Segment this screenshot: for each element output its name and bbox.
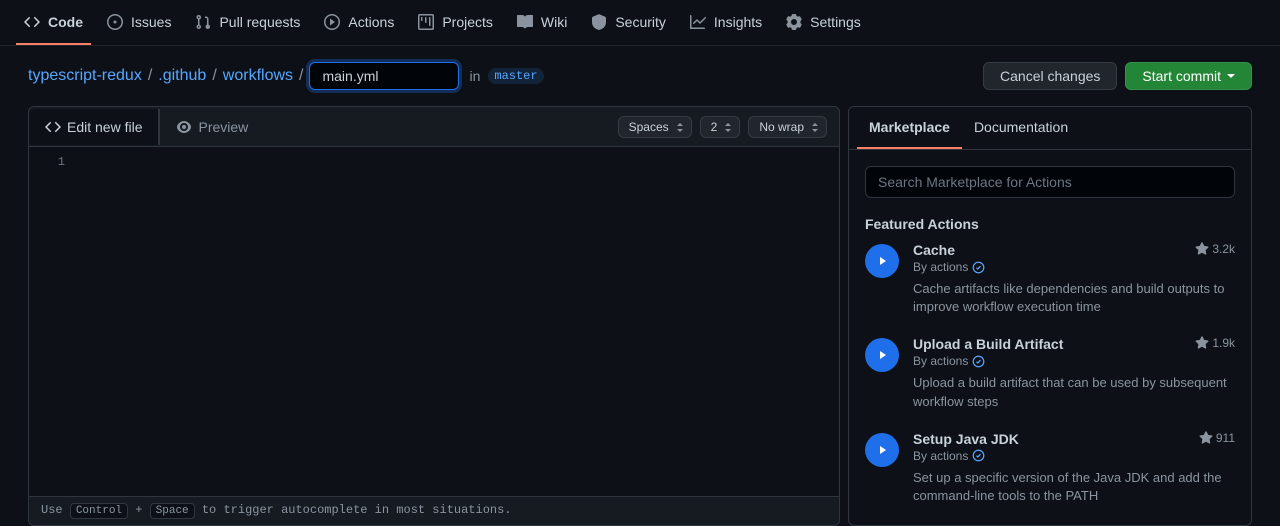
tab-issues-label: Issues bbox=[131, 14, 171, 30]
verified-icon bbox=[972, 261, 985, 274]
breadcrumb-path2[interactable]: workflows bbox=[223, 67, 293, 85]
tab-settings[interactable]: Settings bbox=[778, 0, 869, 45]
tab-insights-label: Insights bbox=[714, 14, 762, 30]
tab-edit-label: Edit new file bbox=[67, 119, 142, 135]
action-card[interactable]: Upload a Build Artifact 1.9k By actions … bbox=[865, 336, 1235, 410]
play-icon bbox=[865, 433, 899, 467]
featured-heading: Featured Actions bbox=[865, 216, 1235, 232]
editor-footer: Use Control + Space to trigger autocompl… bbox=[29, 496, 839, 525]
tab-security-label: Security bbox=[615, 14, 666, 30]
tab-edit-file[interactable]: Edit new file bbox=[29, 109, 159, 145]
tab-code-label: Code bbox=[48, 14, 83, 30]
breadcrumb: typescript-redux / .github / workflows /… bbox=[28, 62, 544, 90]
caret-down-icon bbox=[1227, 74, 1235, 78]
cancel-button[interactable]: Cancel changes bbox=[983, 62, 1117, 90]
tab-code[interactable]: Code bbox=[16, 0, 91, 45]
action-body: Cache 3.2k By actions Cache artifacts li… bbox=[913, 242, 1235, 316]
action-description: Set up a specific version of the Java JD… bbox=[913, 469, 1235, 505]
verified-icon bbox=[972, 449, 985, 462]
breadcrumb-path1[interactable]: .github bbox=[158, 67, 206, 85]
breadcrumb-sep: / bbox=[299, 67, 303, 85]
action-title: Upload a Build Artifact bbox=[913, 336, 1063, 352]
editor-body[interactable]: 1 bbox=[29, 147, 839, 496]
verified-icon bbox=[972, 355, 985, 368]
filename-input[interactable] bbox=[309, 62, 459, 90]
action-title: Cache bbox=[913, 242, 955, 258]
tab-settings-label: Settings bbox=[810, 14, 861, 30]
action-author: By actions bbox=[913, 449, 1235, 463]
breadcrumb-repo[interactable]: typescript-redux bbox=[28, 67, 142, 85]
action-card[interactable]: Setup Java JDK 911 By actions Set up a s… bbox=[865, 431, 1235, 505]
breadcrumb-sep: / bbox=[148, 67, 152, 85]
tab-preview[interactable]: Preview bbox=[159, 109, 264, 145]
action-author: By actions bbox=[913, 260, 1235, 274]
start-commit-button[interactable]: Start commit bbox=[1125, 62, 1252, 90]
sidebar-tabs: Marketplace Documentation bbox=[849, 107, 1251, 150]
editor-toolbar: Spaces 2 No wrap bbox=[618, 116, 839, 138]
code-textarea[interactable] bbox=[75, 147, 839, 496]
play-icon bbox=[865, 244, 899, 278]
editor-panel: Edit new file Preview Spaces 2 No wrap 1… bbox=[28, 106, 840, 526]
kbd-control: Control bbox=[70, 503, 128, 519]
action-title: Setup Java JDK bbox=[913, 431, 1019, 447]
footer-text-post: to trigger autocomplete in most situatio… bbox=[195, 503, 512, 517]
tab-documentation[interactable]: Documentation bbox=[962, 107, 1080, 149]
tab-wiki[interactable]: Wiki bbox=[509, 0, 575, 45]
actions-list: Cache 3.2k By actions Cache artifacts li… bbox=[865, 242, 1235, 525]
line-number: 1 bbox=[29, 155, 65, 169]
tab-actions-label: Actions bbox=[348, 14, 394, 30]
line-gutter: 1 bbox=[29, 147, 75, 496]
tab-issues[interactable]: Issues bbox=[99, 0, 179, 45]
action-description: Upload a build artifact that can be used… bbox=[913, 374, 1235, 410]
breadcrumb-in: in bbox=[469, 68, 480, 84]
tab-preview-label: Preview bbox=[198, 119, 248, 135]
kbd-space: Space bbox=[150, 503, 195, 519]
footer-plus: + bbox=[128, 503, 150, 517]
wrap-select[interactable]: No wrap bbox=[748, 116, 827, 138]
play-icon bbox=[865, 338, 899, 372]
action-stars: 3.2k bbox=[1195, 242, 1235, 256]
breadcrumb-row: typescript-redux / .github / workflows /… bbox=[0, 46, 1280, 106]
editor-tabs: Edit new file Preview Spaces 2 No wrap bbox=[29, 107, 839, 147]
action-body: Setup Java JDK 911 By actions Set up a s… bbox=[913, 431, 1235, 505]
breadcrumb-sep: / bbox=[212, 67, 216, 85]
start-commit-label: Start commit bbox=[1142, 68, 1221, 84]
tab-wiki-label: Wiki bbox=[541, 14, 567, 30]
marketplace-search-input[interactable] bbox=[865, 166, 1235, 198]
action-body: Upload a Build Artifact 1.9k By actions … bbox=[913, 336, 1235, 410]
sidebar-body: Featured Actions Cache 3.2k By actions C… bbox=[849, 150, 1251, 525]
tab-actions[interactable]: Actions bbox=[316, 0, 402, 45]
repo-nav: Code Issues Pull requests Actions Projec… bbox=[0, 0, 1280, 46]
tab-insights[interactable]: Insights bbox=[682, 0, 770, 45]
action-author: By actions bbox=[913, 354, 1235, 368]
action-stars: 911 bbox=[1199, 431, 1235, 445]
footer-text-pre: Use bbox=[41, 503, 70, 517]
tab-pulls[interactable]: Pull requests bbox=[187, 0, 308, 45]
action-buttons: Cancel changes Start commit bbox=[983, 62, 1252, 90]
tab-security[interactable]: Security bbox=[583, 0, 674, 45]
action-description: Cache artifacts like dependencies and bu… bbox=[913, 280, 1235, 316]
action-card[interactable]: Cache 3.2k By actions Cache artifacts li… bbox=[865, 242, 1235, 316]
marketplace-sidebar: Marketplace Documentation Featured Actio… bbox=[848, 106, 1252, 526]
action-stars: 1.9k bbox=[1195, 336, 1235, 350]
tab-projects[interactable]: Projects bbox=[410, 0, 501, 45]
indent-mode-select[interactable]: Spaces bbox=[618, 116, 692, 138]
indent-size-select[interactable]: 2 bbox=[700, 116, 741, 138]
tab-marketplace[interactable]: Marketplace bbox=[857, 107, 962, 149]
tab-pulls-label: Pull requests bbox=[219, 14, 300, 30]
tab-projects-label: Projects bbox=[442, 14, 493, 30]
branch-badge[interactable]: master bbox=[488, 68, 543, 84]
